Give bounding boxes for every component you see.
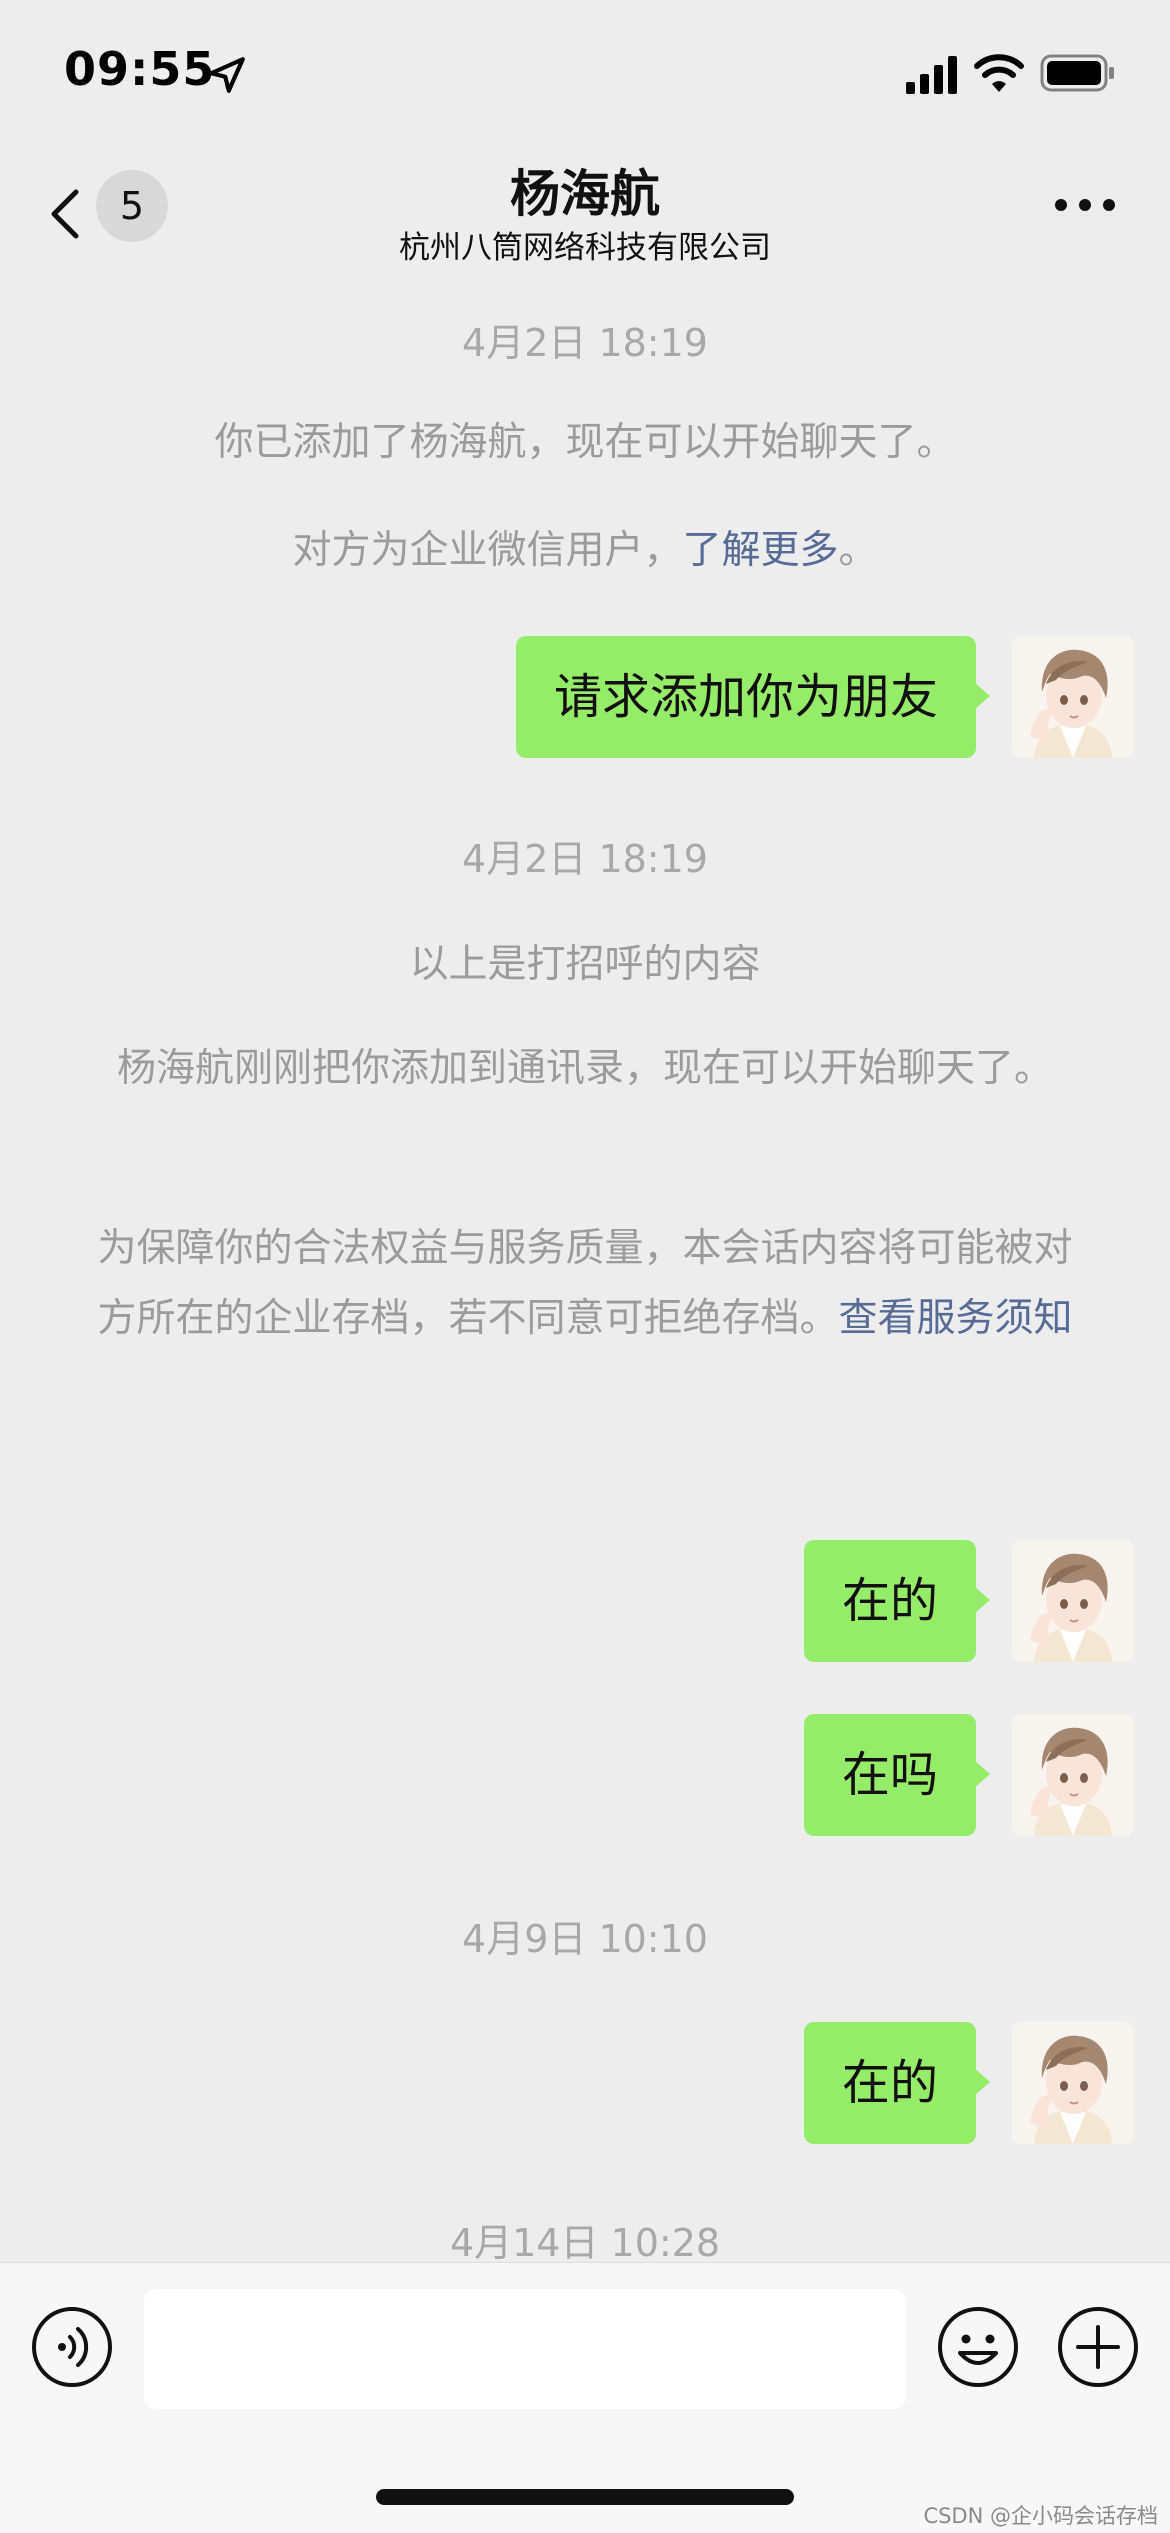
system-message: 对方为企业微信用户，了解更多。: [80, 516, 1090, 586]
timestamp: 4月9日 10:10: [462, 1917, 708, 1961]
message-input[interactable]: [144, 2289, 906, 2409]
status-bar: 09:55: [0, 0, 1170, 140]
outgoing-message-bubble[interactable]: 请求添加你为朋友: [515, 636, 991, 758]
timestamp: 4月14日 10:28: [449, 2221, 721, 2260]
cellular-signal-icon: [906, 56, 957, 94]
more-dots-icon: [1055, 199, 1115, 211]
outgoing-message-bubble[interactable]: 在的: [803, 1540, 991, 1662]
chat-header: 5 杨海航 杭州八筒网络科技有限公司: [0, 140, 1170, 270]
system-message-text: 对方为企业微信用户，: [292, 528, 683, 573]
status-time: 09:55: [64, 42, 216, 96]
avatar[interactable]: [1012, 1540, 1134, 1662]
system-message-text: 。: [838, 528, 878, 573]
emoji-icon[interactable]: [936, 2305, 1020, 2389]
service-terms-link[interactable]: 查看服务须知: [839, 1296, 1073, 1341]
location-arrow-icon: [209, 57, 245, 93]
user-avatar-image: [1012, 636, 1134, 758]
user-avatar-image: [1012, 1540, 1134, 1662]
avatar[interactable]: [1012, 1714, 1134, 1836]
more-button[interactable]: [1050, 180, 1120, 230]
message-list[interactable]: 4月2日 18:19 你已添加了杨海航，现在可以开始聊天了。 对方为企业微信用户…: [0, 280, 1170, 2260]
wifi-icon: [974, 54, 1024, 92]
timestamp: 4月2日 18:19: [462, 837, 708, 881]
system-message: 杨海航刚刚把你添加到通讯录，现在可以开始聊天了。: [116, 1046, 1053, 1091]
avatar[interactable]: [1012, 2022, 1134, 2144]
timestamp: 4月2日 18:19: [462, 321, 708, 365]
battery-icon: [1040, 54, 1114, 92]
system-message: 你已添加了杨海航，现在可以开始聊天了。: [214, 420, 956, 465]
system-message: 以上是打招呼的内容: [409, 942, 761, 987]
home-indicator: [376, 2489, 794, 2505]
input-toolbar: [0, 2262, 1170, 2533]
chat-title: 杨海航: [510, 165, 660, 223]
plus-icon[interactable]: [1056, 2305, 1140, 2389]
outgoing-message-bubble[interactable]: 在的: [803, 2022, 991, 2144]
watermark: CSDN @企小码会话存档: [923, 2504, 1158, 2528]
outgoing-message-bubble[interactable]: 在吗: [803, 1714, 991, 1836]
voice-icon[interactable]: [30, 2305, 114, 2389]
learn-more-link[interactable]: 了解更多: [682, 528, 838, 573]
avatar[interactable]: [1012, 636, 1134, 758]
system-message: 为保障你的合法权益与服务质量，本会话内容将可能被对方所在的企业存档，若不同意可拒…: [80, 1214, 1090, 1354]
user-avatar-image: [1012, 1714, 1134, 1836]
chat-subtitle: 杭州八筒网络科技有限公司: [399, 230, 771, 266]
user-avatar-image: [1012, 2022, 1134, 2144]
